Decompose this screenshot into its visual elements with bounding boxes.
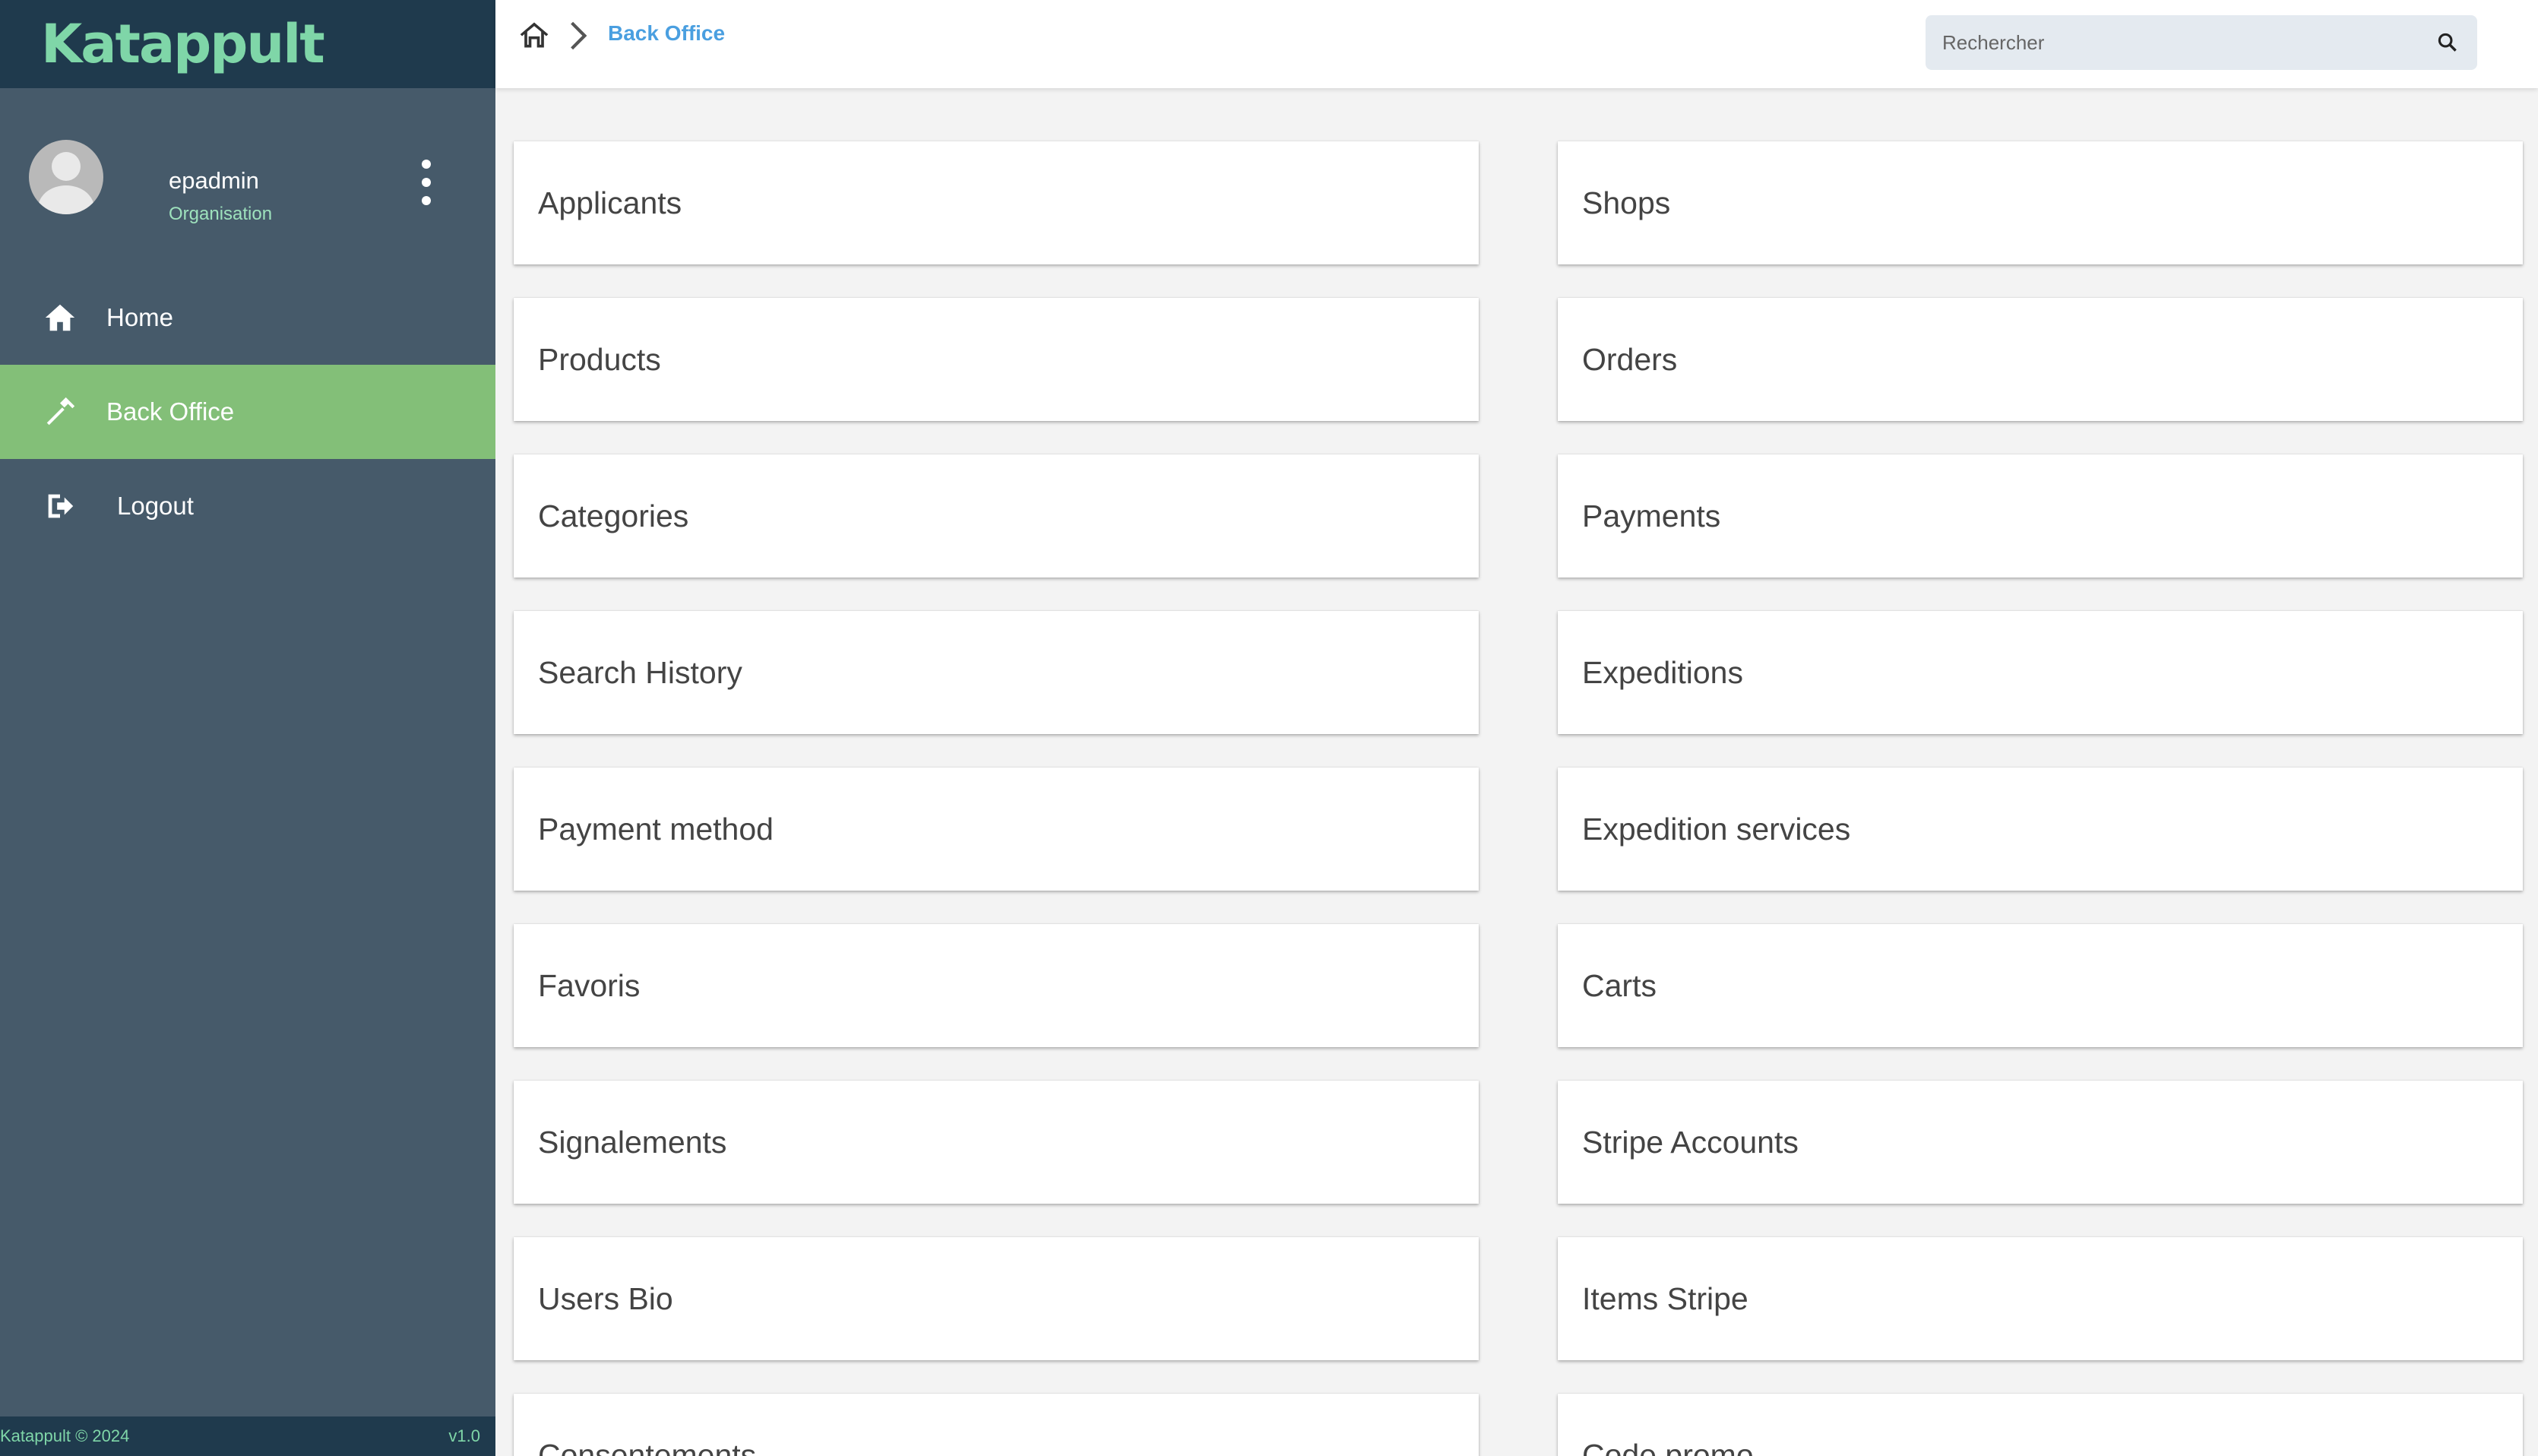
- home-icon: [45, 304, 75, 331]
- card-expeditions[interactable]: Expeditions: [1558, 611, 2523, 734]
- card-stripe-accounts[interactable]: Stripe Accounts: [1558, 1081, 2523, 1204]
- card-carts[interactable]: Carts: [1558, 924, 2523, 1047]
- card-search-history[interactable]: Search History: [514, 611, 1479, 734]
- back-office-grid: Applicants Shops Products Orders Categor…: [514, 141, 2523, 1456]
- sidebar-item-label: Home: [106, 303, 174, 331]
- logout-icon: [48, 494, 74, 518]
- brand-bar: Katappult: [0, 0, 495, 88]
- more-options-icon[interactable]: [415, 160, 438, 205]
- card-items-stripe[interactable]: Items Stripe: [1558, 1237, 2523, 1360]
- search-box: [1926, 15, 2477, 70]
- card-products[interactable]: Products: [514, 298, 1479, 421]
- copyright-text: Katappult © 2024: [0, 1426, 130, 1445]
- topbar: Back Office: [495, 0, 2538, 88]
- chevron-right-icon: [571, 21, 587, 50]
- main-content: Applicants Shops Products Orders Categor…: [495, 88, 2538, 1456]
- sidebar-item-label: Back Office: [106, 397, 235, 426]
- user-profile: epadmin Organisation: [29, 140, 467, 224]
- sidebar-item-back-office[interactable]: Back Office: [0, 365, 495, 459]
- card-signalements[interactable]: Signalements: [514, 1081, 1479, 1204]
- sidebar-footer: Katappult © 2024 v1.0: [0, 1416, 495, 1456]
- breadcrumb-current[interactable]: Back Office: [608, 21, 725, 46]
- search-icon[interactable]: [2435, 30, 2460, 55]
- card-payments[interactable]: Payments: [1558, 454, 2523, 578]
- card-payment-method[interactable]: Payment method: [514, 768, 1479, 891]
- sidebar-item-home[interactable]: Home: [0, 271, 495, 365]
- sidebar: Katappult epadmin Organisation Home Back…: [0, 0, 495, 1456]
- sidebar-nav: Home Back Office Logout: [0, 271, 495, 553]
- user-role: Organisation: [169, 204, 273, 224]
- card-users-bio[interactable]: Users Bio: [514, 1237, 1479, 1360]
- card-shops[interactable]: Shops: [1558, 141, 2523, 264]
- sidebar-item-label: Logout: [117, 492, 194, 520]
- card-orders[interactable]: Orders: [1558, 298, 2523, 421]
- card-applicants[interactable]: Applicants: [514, 141, 1479, 264]
- brand-logo[interactable]: Katappult: [41, 13, 325, 75]
- card-categories[interactable]: Categories: [514, 454, 1479, 578]
- breadcrumb-home-icon[interactable]: [517, 18, 552, 52]
- card-consentements[interactable]: Consentements: [514, 1394, 1479, 1456]
- hammer-icon: [46, 397, 75, 426]
- search-input[interactable]: [1942, 30, 2435, 55]
- card-code-promo[interactable]: Code promo: [1558, 1394, 2523, 1456]
- card-favoris[interactable]: Favoris: [514, 924, 1479, 1047]
- avatar[interactable]: [29, 140, 103, 214]
- app-root: Katappult epadmin Organisation Home Back…: [0, 0, 2538, 1456]
- card-expedition-services[interactable]: Expedition services: [1558, 768, 2523, 891]
- version-text: v1.0: [448, 1426, 480, 1445]
- sidebar-item-logout[interactable]: Logout: [0, 459, 495, 553]
- user-name: epadmin: [169, 167, 259, 194]
